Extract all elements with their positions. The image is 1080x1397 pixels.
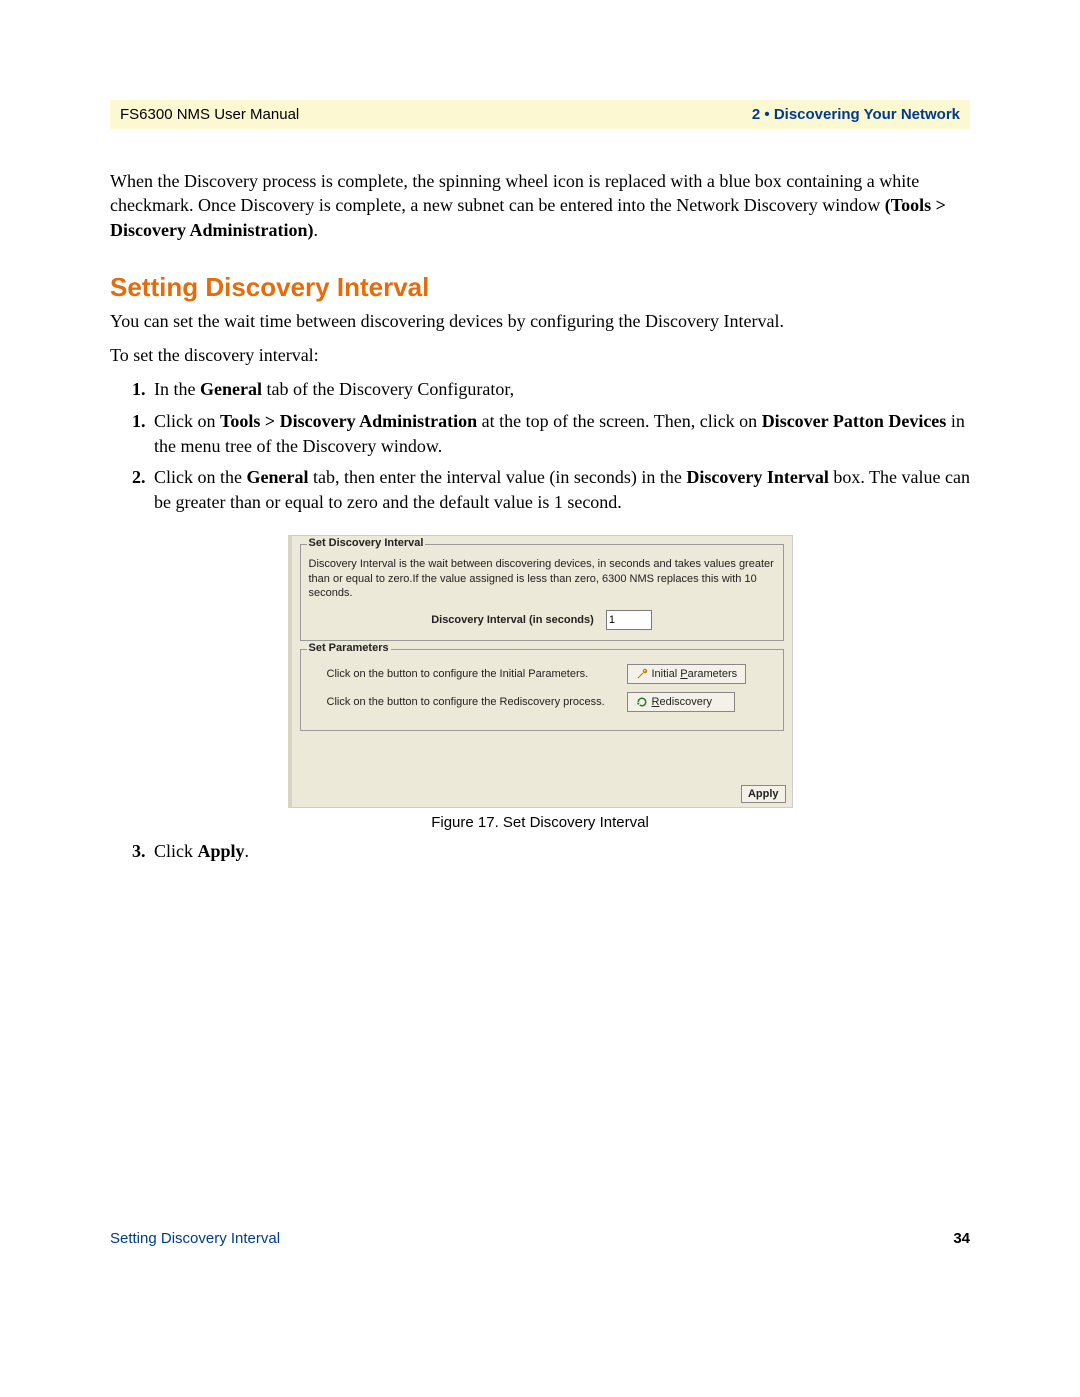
intro-paragraph: When the Discovery process is complete, … <box>110 169 970 242</box>
button-label: Initial Parameters <box>652 668 738 680</box>
interval-label: Discovery Interval (in seconds) <box>431 614 594 626</box>
figure-caption: Figure 17. Set Discovery Interval <box>110 814 970 831</box>
text: at the top of the screen. Then, click on <box>477 411 762 431</box>
steps-list-cont: Click Apply. <box>110 839 970 864</box>
set-discovery-interval-group: Set Discovery Interval Discovery Interva… <box>300 544 784 641</box>
section-heading: Setting Discovery Interval <box>110 272 970 303</box>
interval-info-text: Discovery Interval is the wait between d… <box>309 557 775 600</box>
row-label: Click on the button to configure the Ini… <box>327 668 607 680</box>
group-legend: Set Discovery Interval <box>307 537 426 549</box>
initial-parameters-button[interactable]: Initial Parameters <box>627 664 747 684</box>
manual-title: FS6300 NMS User Manual <box>120 106 299 123</box>
text: tab, then enter the interval value (in s… <box>308 467 686 487</box>
rediscovery-row: Click on the button to configure the Red… <box>327 692 775 712</box>
chapter-title: 2 • Discovering Your Network <box>752 106 960 123</box>
step-2: Click on the General tab, then enter the… <box>150 465 970 515</box>
figure-17: Set Discovery Interval Discovery Interva… <box>110 535 970 831</box>
dialog-screenshot: Set Discovery Interval Discovery Interva… <box>288 535 793 808</box>
text: arameters <box>688 668 738 680</box>
text: When the Discovery process is complete, … <box>110 171 919 215</box>
apply-button[interactable]: Apply <box>741 785 786 803</box>
text: . <box>245 841 250 861</box>
section-intro: You can set the wait time between discov… <box>110 309 970 333</box>
row-label: Click on the button to configure the Red… <box>327 696 607 708</box>
step-3: Click Apply. <box>150 839 970 864</box>
discovery-interval-input[interactable] <box>606 610 652 630</box>
wrench-icon <box>636 668 648 680</box>
bold-text: Apply <box>198 841 245 861</box>
bold-text: Tools > Discovery Administration <box>220 411 477 431</box>
footer-section-title: Setting Discovery Interval <box>110 1230 280 1247</box>
apply-row: Apply <box>292 735 792 807</box>
steps-list: In the General tab of the Discovery Conf… <box>110 377 970 515</box>
rediscovery-button[interactable]: Rediscovery <box>627 692 735 712</box>
group-legend: Set Parameters <box>307 642 391 654</box>
refresh-icon <box>636 696 648 708</box>
page-number: 34 <box>953 1230 970 1247</box>
text: box. <box>829 467 869 487</box>
page-header: FS6300 NMS User Manual 2 • Discovering Y… <box>110 100 970 129</box>
bold-text: Discover Patton Devices <box>762 411 947 431</box>
mnemonic: P <box>680 668 687 680</box>
text: Initial <box>652 668 681 680</box>
bold-text: General <box>247 467 309 487</box>
section-lead: To set the discovery interval: <box>110 343 970 367</box>
text: . <box>313 220 318 240</box>
text: tab of the Discovery Configurator, <box>262 379 514 399</box>
initial-parameters-row: Click on the button to configure the Ini… <box>327 664 775 684</box>
text: Click <box>154 841 198 861</box>
text: Click on the <box>154 467 247 487</box>
text: Click on <box>154 411 220 431</box>
step-1b: Click on Tools > Discovery Administratio… <box>150 409 970 459</box>
text: ediscovery <box>659 696 712 708</box>
bold-text: General <box>200 379 262 399</box>
button-label: Rediscovery <box>652 696 713 708</box>
interval-row: Discovery Interval (in seconds) <box>309 610 775 630</box>
text: In the <box>154 379 200 399</box>
page-footer: Setting Discovery Interval 34 <box>110 1230 970 1247</box>
set-parameters-group: Set Parameters Click on the button to co… <box>300 649 784 731</box>
step-1: In the General tab of the Discovery Conf… <box>150 377 970 402</box>
document-page: FS6300 NMS User Manual 2 • Discovering Y… <box>0 0 1080 1297</box>
bold-text: Discovery Interval <box>686 467 828 487</box>
